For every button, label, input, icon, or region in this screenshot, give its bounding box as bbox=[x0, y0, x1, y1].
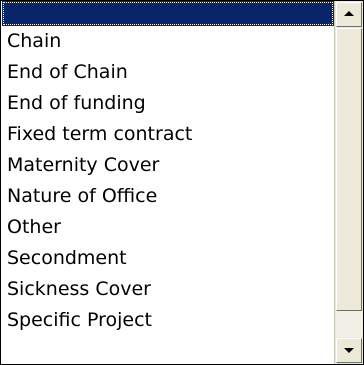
option-chain[interactable]: Chain bbox=[2, 26, 334, 57]
option-end-of-funding[interactable]: End of funding bbox=[2, 88, 334, 119]
triangle-down-icon bbox=[344, 348, 354, 353]
dropdown-list[interactable]: Chain End of Chain End of funding Fixed … bbox=[0, 0, 364, 365]
options-list: Chain End of Chain End of funding Fixed … bbox=[2, 1, 334, 364]
option-blank[interactable] bbox=[2, 1, 334, 26]
option-other[interactable]: Other bbox=[2, 212, 334, 243]
option-nature-of-office[interactable]: Nature of Office bbox=[2, 181, 334, 212]
scroll-down-button[interactable] bbox=[336, 338, 362, 363]
scroll-up-button[interactable] bbox=[336, 2, 362, 27]
option-fixed-term-contract[interactable]: Fixed term contract bbox=[2, 119, 334, 150]
option-secondment[interactable]: Secondment bbox=[2, 243, 334, 274]
scroll-track[interactable] bbox=[336, 28, 362, 337]
vertical-scrollbar[interactable] bbox=[334, 1, 363, 364]
option-sickness-cover[interactable]: Sickness Cover bbox=[2, 274, 334, 305]
option-specific-project[interactable]: Specific Project bbox=[2, 305, 334, 336]
option-maternity-cover[interactable]: Maternity Cover bbox=[2, 150, 334, 181]
scroll-thumb[interactable] bbox=[336, 28, 362, 311]
triangle-up-icon bbox=[344, 11, 354, 16]
option-end-of-chain[interactable]: End of Chain bbox=[2, 57, 334, 88]
